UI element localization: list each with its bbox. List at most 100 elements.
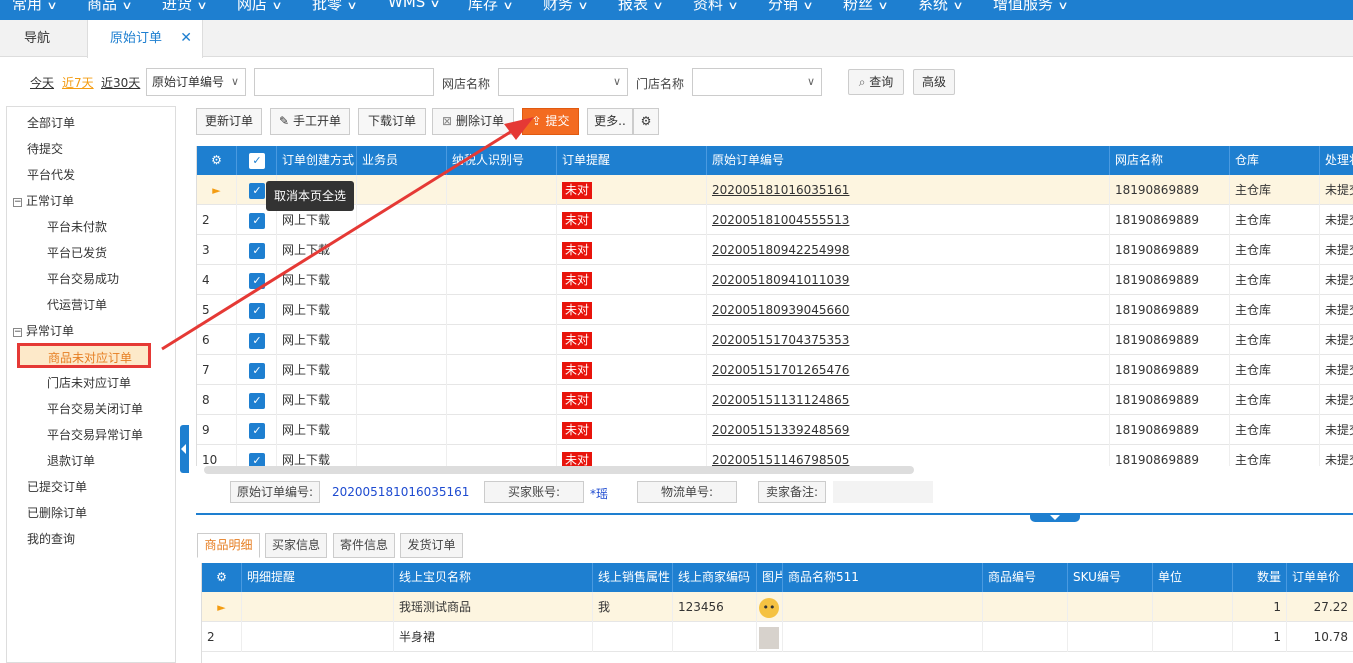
- sidebar-group-abnormal[interactable]: − 异常订单: [13, 322, 74, 339]
- sidebar-item-proxy-op[interactable]: 代运营订单: [47, 296, 107, 313]
- sidebar-item-all[interactable]: 全部订单: [27, 114, 75, 131]
- menu-reports[interactable]: 报表 ∨: [618, 0, 664, 14]
- date-30days-link[interactable]: 近30天: [101, 74, 140, 91]
- delete-orders-button[interactable]: ⊠ 删除订单: [432, 108, 514, 135]
- order-number-link[interactable]: 202005181016035161: [712, 183, 849, 197]
- order-number-link[interactable]: 202005180942254998: [712, 243, 849, 257]
- table-row[interactable]: ► ✓ 未对 202005181016035161 18190869889主仓库未提交: [197, 175, 1353, 205]
- tab-goods-detail[interactable]: 商品明细: [197, 533, 260, 558]
- header-salesperson[interactable]: 业务员: [357, 146, 447, 175]
- header-online-merchant-code[interactable]: 线上商家编码: [673, 563, 757, 592]
- header-original-order-no[interactable]: 原始订单编号: [707, 146, 1110, 175]
- header-goods-name[interactable]: 商品名称511: [783, 563, 983, 592]
- header-image[interactable]: 图片: [757, 563, 783, 592]
- select-all-checkbox[interactable]: ✓: [237, 146, 277, 175]
- submit-button[interactable]: ⇪ 提交: [522, 108, 579, 135]
- menu-data[interactable]: 资料 ∨: [693, 0, 739, 14]
- sidebar-item-submitted[interactable]: 已提交订单: [27, 478, 87, 495]
- sidebar-item-goods-unmatched[interactable]: 商品未对应订单: [17, 343, 151, 368]
- header-unit[interactable]: 单位: [1153, 563, 1233, 592]
- sidebar-item-unpaid[interactable]: 平台未付款: [47, 218, 107, 235]
- splitter-toggle[interactable]: [1030, 513, 1080, 522]
- query-button[interactable]: ⌕ 查询: [848, 69, 904, 95]
- sidebar-item-closed[interactable]: 平台交易关闭订单: [47, 400, 143, 417]
- sidebar-item-deleted[interactable]: 已删除订单: [27, 504, 87, 521]
- header-taxpayer-id[interactable]: 纳税人识别号: [447, 146, 557, 175]
- more-button[interactable]: 更多..: [587, 108, 633, 135]
- tab-delivery-orders[interactable]: 发货订单: [400, 533, 463, 558]
- refresh-orders-button[interactable]: 更新订单: [196, 108, 262, 135]
- header-shop-name[interactable]: 网店名称: [1110, 146, 1230, 175]
- menu-distribution[interactable]: 分销 ∨: [768, 0, 814, 14]
- search-field-select[interactable]: 原始订单编号 ∨: [146, 68, 246, 96]
- tab-buyer-info[interactable]: 买家信息: [265, 533, 327, 558]
- table-row[interactable]: 8 ✓ 网上下载 未对 202005151131124865 18190869889 主仓库…: [197, 385, 1353, 415]
- horizontal-scrollbar[interactable]: [204, 466, 914, 474]
- toolbar-settings-button[interactable]: ⚙: [633, 108, 659, 135]
- collapse-icon[interactable]: −: [13, 328, 22, 337]
- table-row[interactable]: 9 ✓ 网上下载 未对 202005151339248569 18190869889 主仓库…: [197, 415, 1353, 445]
- header-sku-no[interactable]: SKU编号: [1068, 563, 1153, 592]
- order-number-link[interactable]: 202005180939045660: [712, 303, 849, 317]
- tab-navigation[interactable]: 导航: [14, 20, 60, 57]
- sidebar-item-store-unmatched[interactable]: 门店未对应订单: [47, 374, 131, 391]
- menu-inventory[interactable]: 库存 ∨: [468, 0, 514, 14]
- menu-online-shop[interactable]: 网店 ∨: [237, 0, 283, 14]
- sidebar-collapse-handle[interactable]: [180, 425, 189, 473]
- order-number-link[interactable]: 202005151339248569: [712, 423, 849, 437]
- manual-order-button[interactable]: ✎ 手工开单: [270, 108, 350, 135]
- table-row[interactable]: 5 ✓ 网上下载 未对 202005180939045660 18190869889 主仓库…: [197, 295, 1353, 325]
- row-checkbox[interactable]: ✓: [237, 445, 277, 466]
- header-status[interactable]: 处理状态: [1320, 146, 1353, 175]
- header-online-sale-attr[interactable]: 线上销售属性: [593, 563, 673, 592]
- store-name-select[interactable]: ∨: [692, 68, 822, 96]
- menu-fans[interactable]: 粉丝 ∨: [843, 0, 889, 14]
- sidebar-item-trade-abnormal[interactable]: 平台交易异常订单: [47, 426, 143, 443]
- row-checkbox[interactable]: ✓: [237, 295, 277, 325]
- advanced-button[interactable]: 高级: [913, 69, 955, 95]
- menu-finance[interactable]: 财务 ∨: [543, 0, 589, 14]
- order-number-link[interactable]: 202005151701265476: [712, 363, 849, 377]
- sidebar-item-refund[interactable]: 退款订单: [47, 452, 95, 469]
- order-number-link[interactable]: 202005181004555513: [712, 213, 849, 227]
- column-settings-icon[interactable]: ⚙: [202, 563, 242, 592]
- order-number-link[interactable]: 202005151146798505: [712, 453, 849, 466]
- menu-purchase[interactable]: 进货 ∨: [162, 0, 208, 14]
- table-row[interactable]: 6 ✓ 网上下载 未对 202005151704375353 18190869889 主仓库…: [197, 325, 1353, 355]
- header-unit-price[interactable]: 订单单价: [1287, 563, 1353, 592]
- download-orders-button[interactable]: 下载订单: [358, 108, 426, 135]
- row-checkbox[interactable]: ✓: [237, 265, 277, 295]
- order-number-link[interactable]: 202005180941011039: [712, 273, 849, 287]
- menu-value-added[interactable]: 增值服务 ∨: [993, 0, 1069, 14]
- sidebar-group-normal[interactable]: − 正常订单: [13, 192, 74, 209]
- table-row[interactable]: 2 ✓ 网上下载 未对 202005181004555513 18190869889 主仓库…: [197, 205, 1353, 235]
- sidebar-item-pending[interactable]: 待提交: [27, 140, 63, 157]
- sidebar-item-platform-proxy[interactable]: 平台代发: [27, 166, 75, 183]
- panel-splitter[interactable]: [196, 513, 1353, 515]
- header-detail-alert[interactable]: 明细提醒: [242, 563, 394, 592]
- menu-wms[interactable]: WMS ∨: [388, 0, 441, 11]
- header-warehouse[interactable]: 仓库: [1230, 146, 1320, 175]
- header-online-item-name[interactable]: 线上宝贝名称: [394, 563, 593, 592]
- header-quantity[interactable]: 数量: [1233, 563, 1287, 592]
- menu-common[interactable]: 常用 ∨: [12, 0, 58, 14]
- row-checkbox[interactable]: ✓: [237, 235, 277, 265]
- table-row[interactable]: ► 我瑶测试商品我 123456 •• 1 27.22: [202, 592, 1353, 622]
- menu-system[interactable]: 系统 ∨: [918, 0, 964, 14]
- collapse-icon[interactable]: −: [13, 198, 22, 207]
- sidebar-item-my-query[interactable]: 我的查询: [27, 530, 75, 547]
- row-checkbox[interactable]: ✓: [237, 325, 277, 355]
- shop-name-select[interactable]: ∨: [498, 68, 628, 96]
- close-icon[interactable]: ✕: [180, 20, 192, 57]
- tab-shipping-info[interactable]: 寄件信息: [333, 533, 395, 558]
- table-row[interactable]: 7 ✓ 网上下载 未对 202005151701265476 18190869889 主仓库…: [197, 355, 1353, 385]
- table-row[interactable]: 2 半身裙 1 10.78: [202, 622, 1353, 652]
- sidebar-item-success[interactable]: 平台交易成功: [47, 270, 119, 287]
- menu-goods[interactable]: 商品 ∨: [87, 0, 133, 14]
- header-goods-no[interactable]: 商品编号: [983, 563, 1068, 592]
- search-value-input[interactable]: [254, 68, 434, 96]
- column-settings-icon[interactable]: ⚙: [197, 146, 237, 175]
- row-checkbox[interactable]: ✓: [237, 415, 277, 445]
- tab-original-orders[interactable]: 原始订单 ✕: [87, 20, 203, 58]
- order-number-link[interactable]: 202005151131124865: [712, 393, 849, 407]
